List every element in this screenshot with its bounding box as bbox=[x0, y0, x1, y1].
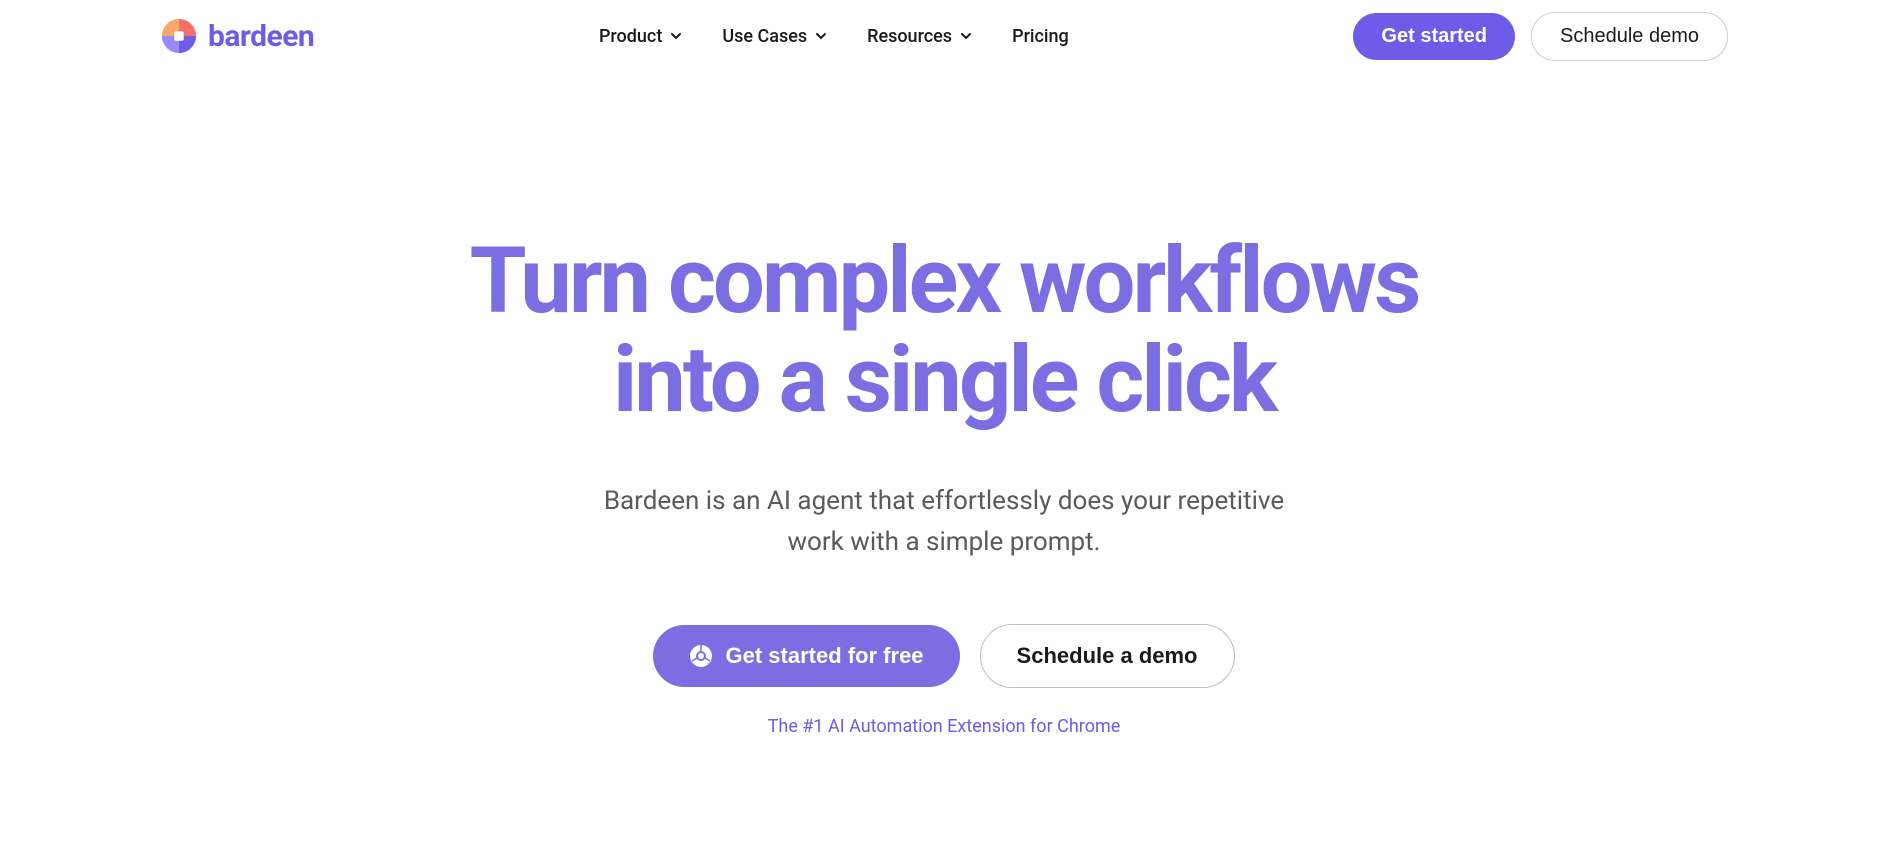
chevron-down-icon bbox=[815, 30, 827, 42]
header-actions: Get started Schedule demo bbox=[1353, 12, 1728, 61]
schedule-demo-hero-button[interactable]: Schedule a demo bbox=[980, 624, 1235, 688]
hero-title-line2: into a single click bbox=[613, 327, 1275, 434]
hero-actions: Get started for free Schedule a demo bbox=[0, 624, 1888, 688]
nav-label: Resources bbox=[867, 26, 952, 47]
logo[interactable]: bardeen bbox=[160, 17, 314, 55]
chrome-icon bbox=[689, 644, 713, 668]
main-nav: Product Use Cases Resources Pricing bbox=[599, 26, 1069, 47]
button-label: Get started for free bbox=[725, 643, 923, 669]
nav-pricing[interactable]: Pricing bbox=[1012, 26, 1069, 47]
hero-title-line1: Turn complex workflows bbox=[470, 228, 1419, 335]
nav-label: Use Cases bbox=[722, 26, 807, 47]
nav-resources[interactable]: Resources bbox=[867, 26, 972, 47]
nav-product[interactable]: Product bbox=[599, 26, 682, 47]
nav-label: Product bbox=[599, 26, 662, 47]
chrome-extension-tagline[interactable]: The #1 AI Automation Extension for Chrom… bbox=[768, 716, 1121, 737]
get-started-button[interactable]: Get started bbox=[1353, 13, 1515, 60]
brand-name: bardeen bbox=[208, 19, 314, 54]
hero-section: Turn complex workflows into a single cli… bbox=[0, 72, 1888, 737]
chevron-down-icon bbox=[670, 30, 682, 42]
get-started-free-button[interactable]: Get started for free bbox=[653, 625, 959, 687]
header: bardeen Product Use Cases Resources Pric… bbox=[0, 0, 1888, 72]
nav-label: Pricing bbox=[1012, 26, 1069, 47]
hero-subtitle: Bardeen is an AI agent that effortlessly… bbox=[584, 481, 1304, 564]
nav-use-cases[interactable]: Use Cases bbox=[722, 26, 827, 47]
schedule-demo-button[interactable]: Schedule demo bbox=[1531, 12, 1728, 61]
bardeen-logo-icon bbox=[160, 17, 198, 55]
hero-title: Turn complex workflows into a single cli… bbox=[0, 232, 1888, 431]
chevron-down-icon bbox=[960, 30, 972, 42]
